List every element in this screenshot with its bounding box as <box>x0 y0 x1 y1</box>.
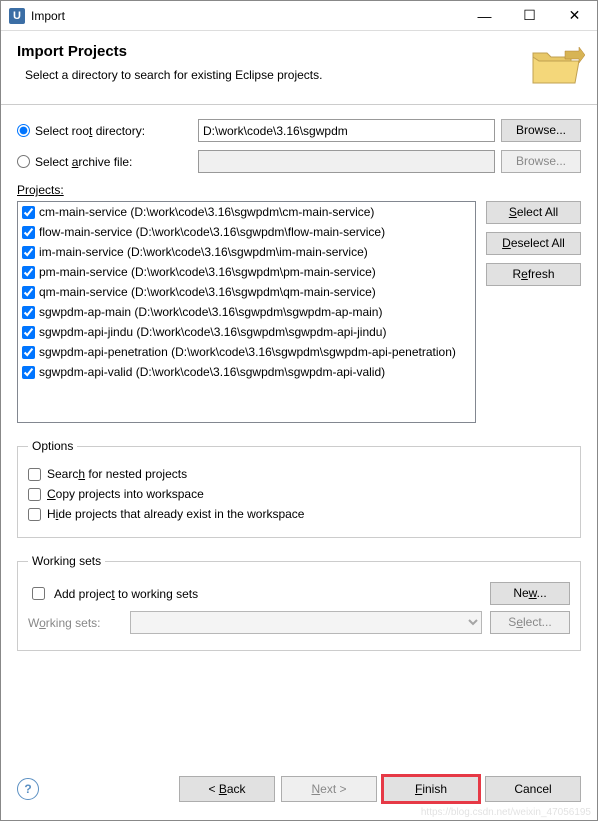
browse-archive-button: Browse... <box>501 150 581 173</box>
project-checkbox[interactable] <box>22 306 35 319</box>
list-item[interactable]: sgwpdm-api-jindu (D:\work\code\3.16\sgwp… <box>18 322 475 342</box>
search-nested-checkbox[interactable] <box>28 468 41 481</box>
help-icon[interactable]: ? <box>17 778 39 800</box>
working-sets-legend: Working sets <box>28 554 105 568</box>
new-working-set-button[interactable]: New... <box>490 582 570 605</box>
titlebar: U Import — ☐ ✕ <box>1 1 597 31</box>
options-group: Options Search for nested projects Copy … <box>17 439 581 538</box>
project-checkbox[interactable] <box>22 266 35 279</box>
list-item[interactable]: cm-main-service (D:\work\code\3.16\sgwpd… <box>18 202 475 222</box>
refresh-button[interactable]: Refresh <box>486 263 581 286</box>
window-title: Import <box>31 9 462 23</box>
list-item[interactable]: sgwpdm-api-penetration (D:\work\code\3.1… <box>18 342 475 362</box>
project-checkbox[interactable] <box>22 226 35 239</box>
working-sets-select <box>130 611 482 634</box>
projects-label: Projects: <box>17 183 581 197</box>
watermark: https://blog.csdn.net/weixin_47056195 <box>421 807 591 818</box>
deselect-all-button[interactable]: Deselect All <box>486 232 581 255</box>
archive-file-radio-label[interactable]: Select archive file: <box>17 155 192 169</box>
cancel-button[interactable]: Cancel <box>485 776 581 802</box>
options-legend: Options <box>28 439 77 453</box>
minimize-button[interactable]: — <box>462 1 507 30</box>
select-working-set-button: Select... <box>490 611 570 634</box>
working-sets-group: Working sets Add project to working sets… <box>17 554 581 651</box>
page-subtitle: Select a directory to search for existin… <box>25 68 581 82</box>
list-item[interactable]: sgwpdm-api-valid (D:\work\code\3.16\sgwp… <box>18 362 475 382</box>
root-directory-input[interactable] <box>198 119 495 142</box>
select-all-button[interactable]: Select All <box>486 201 581 224</box>
search-nested-label: Search for nested projects <box>47 467 187 481</box>
working-sets-select-label: Working sets: <box>28 616 122 630</box>
import-folder-icon <box>527 43 585 94</box>
list-item[interactable]: pm-main-service (D:\work\code\3.16\sgwpd… <box>18 262 475 282</box>
close-button[interactable]: ✕ <box>552 1 597 30</box>
list-item[interactable]: qm-main-service (D:\work\code\3.16\sgwpd… <box>18 282 475 302</box>
add-to-working-sets-label: Add project to working sets <box>54 587 198 601</box>
back-button[interactable]: < Back <box>179 776 275 802</box>
projects-list[interactable]: cm-main-service (D:\work\code\3.16\sgwpd… <box>17 201 476 423</box>
hide-existing-label: Hide projects that already exist in the … <box>47 507 304 521</box>
list-item[interactable]: sgwpdm-ap-main (D:\work\code\3.16\sgwpdm… <box>18 302 475 322</box>
list-item[interactable]: flow-main-service (D:\work\code\3.16\sgw… <box>18 222 475 242</box>
project-checkbox[interactable] <box>22 286 35 299</box>
hide-existing-checkbox[interactable] <box>28 508 41 521</box>
project-checkbox[interactable] <box>22 206 35 219</box>
project-checkbox[interactable] <box>22 366 35 379</box>
project-checkbox[interactable] <box>22 346 35 359</box>
archive-file-radio[interactable] <box>17 155 30 168</box>
page-title: Import Projects <box>17 43 581 60</box>
project-checkbox[interactable] <box>22 326 35 339</box>
add-to-working-sets-checkbox[interactable] <box>32 587 45 600</box>
archive-file-input <box>198 150 495 173</box>
finish-button[interactable]: Finish <box>383 776 479 802</box>
next-button: Next > <box>281 776 377 802</box>
copy-projects-label: Copy projects into workspace <box>47 487 204 501</box>
project-checkbox[interactable] <box>22 246 35 259</box>
root-directory-radio-label[interactable]: Select root directory: <box>17 124 192 138</box>
root-directory-radio[interactable] <box>17 124 30 137</box>
maximize-button[interactable]: ☐ <box>507 1 552 30</box>
dialog-header: Import Projects Select a directory to se… <box>1 31 597 105</box>
list-item[interactable]: im-main-service (D:\work\code\3.16\sgwpd… <box>18 242 475 262</box>
browse-root-button[interactable]: Browse... <box>501 119 581 142</box>
app-icon: U <box>9 8 25 24</box>
copy-projects-checkbox[interactable] <box>28 488 41 501</box>
